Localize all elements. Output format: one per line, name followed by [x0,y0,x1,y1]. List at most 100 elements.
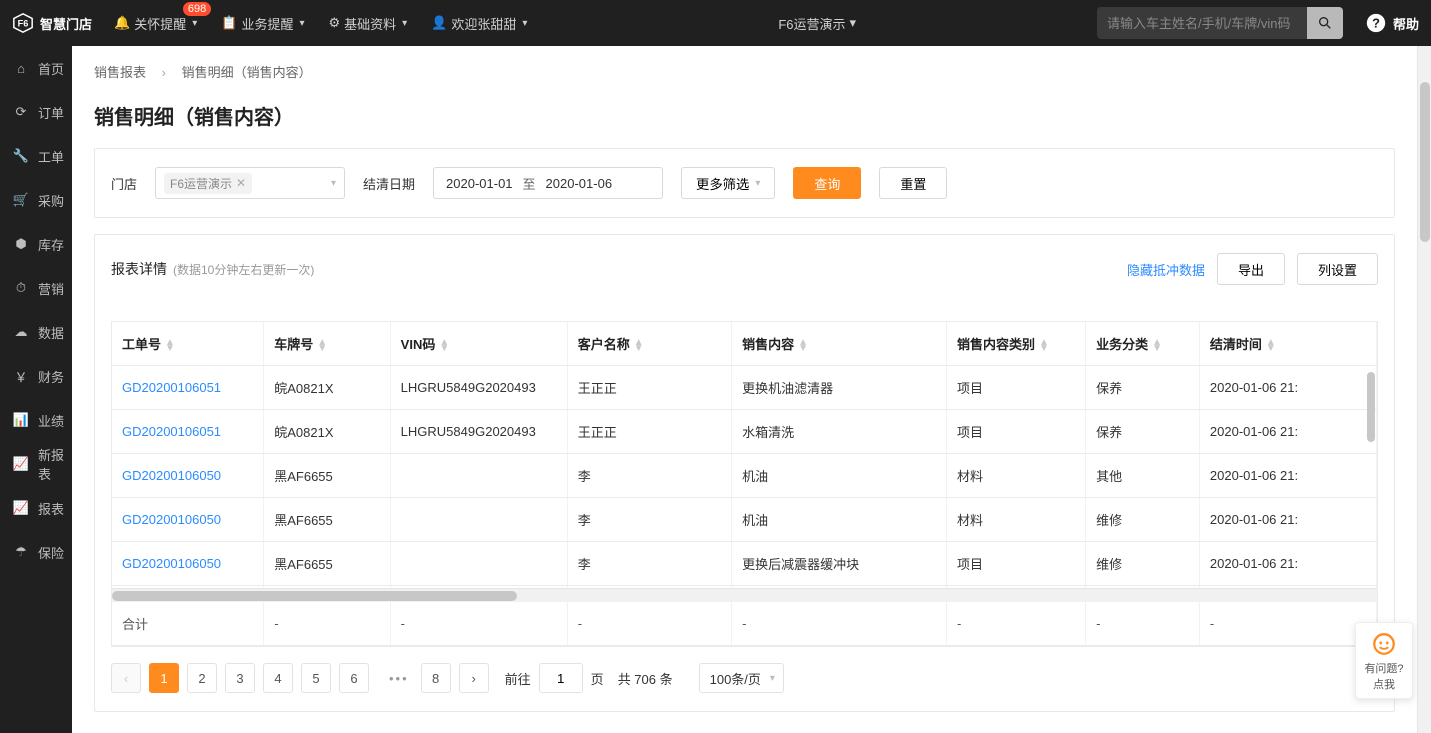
table-row: GD20200106050黑AF6655李机油材料维修2020-01-06 21… [112,498,1377,542]
topbar-store-label: F6运营演示 [778,14,845,33]
work-order-link[interactable]: GD20200106051 [122,424,221,439]
sort-icon: ▲▼ [1039,340,1049,352]
global-search [1097,7,1343,39]
sidebar-item-newrpt[interactable]: 📈新报表 [0,442,72,486]
work-order-link[interactable]: GD20200106051 [122,380,221,395]
brand-icon: F6 [12,12,34,34]
main-content: 销售报表 › 销售明细（销售内容） 销售明细（销售内容） 门店 F6运营演示 ✕… [72,46,1431,733]
page-ellipsis-icon: ••• [385,671,413,686]
date-from: 2020-01-01 [446,176,513,191]
page-number-button[interactable]: 4 [263,663,293,693]
page-number-button[interactable]: 3 [225,663,255,693]
nav-welcome-user[interactable]: 👤 欢迎张甜甜 ▾ [421,0,537,46]
search-button[interactable] [1307,7,1343,39]
col-header[interactable]: 结清时间▲▼ [1199,322,1376,366]
page-number-button[interactable]: 2 [187,663,217,693]
sidebar-item-label: 业绩 [38,411,64,430]
sidebar-item-label: 数据 [38,323,64,342]
table-vertical-scrollbar[interactable] [1367,366,1377,588]
store-tag-text: F6运营演示 [170,175,232,192]
goto-label-pre: 前往 [505,669,531,688]
page-title: 销售明细（销售内容） [72,91,1417,148]
table-horizontal-scrollbar[interactable] [112,588,1377,602]
work-order-link[interactable]: GD20200106050 [122,468,221,483]
sidebar-item-stock[interactable]: ⬢库存 [0,222,72,266]
sidebar-item-market[interactable]: ⏱营销 [0,266,72,310]
sort-icon: ▲▼ [1266,340,1276,352]
page-vertical-scrollbar[interactable] [1417,46,1431,733]
sidebar-item-work[interactable]: 🔧 工单 [0,134,72,178]
col-header[interactable]: 销售内容▲▼ [732,322,947,366]
page-next-button[interactable]: › [459,663,489,693]
more-filters-button[interactable]: 更多筛选 ▾ [681,167,775,199]
export-button[interactable]: 导出 [1217,253,1285,285]
nav-care-reminder[interactable]: 🔔 关怀提醒 ▾ 698 [104,0,207,46]
brand-logo[interactable]: F6 智慧门店 [12,12,92,34]
store-select[interactable]: F6运营演示 ✕ ▾ [155,167,345,199]
page-size-select[interactable]: 100条/页 ▾ [699,663,784,693]
filter-panel: 门店 F6运营演示 ✕ ▾ 结清日期 2020-01-01 至 2020-01-… [94,148,1395,218]
finance-icon: ￥ [12,367,30,385]
sidebar-item-home[interactable]: ⌂首页 [0,46,72,90]
chevron-down-icon: ▾ [755,178,760,189]
tag-remove-icon[interactable]: ✕ [236,176,246,190]
sidebar-item-purchase[interactable]: 🛒采购 [0,178,72,222]
nav-basic-data[interactable]: ⚙ 基础资料 ▾ [318,0,417,46]
sidebar-item-order[interactable]: ⟳订单 [0,90,72,134]
date-range-picker[interactable]: 2020-01-01 至 2020-01-06 [433,167,663,199]
breadcrumb-separator-icon: › [162,65,166,80]
query-button[interactable]: 查询 [793,167,861,199]
sidebar-item-insure[interactable]: ☂保险 [0,530,72,574]
floating-help-widget[interactable]: 有问题? 点我 [1355,622,1413,699]
page-number-button[interactable]: 1 [149,663,179,693]
search-icon [1317,15,1333,31]
sidebar: ⌂首页⟳订单🔧工单🛒采购⬢库存⏱营销☁数据￥财务📊业绩📈新报表📈报表☂保险 [0,46,72,733]
nav-biz-reminder[interactable]: 📋 业务提醒 ▾ [211,0,314,46]
nav-care-label: 关怀提醒 [134,14,186,33]
sort-icon: ▲▼ [1152,340,1162,352]
sidebar-item-label: 工单 [38,147,64,166]
col-header-label: 工单号 [122,337,161,352]
sidebar-item-finance[interactable]: ￥财务 [0,354,72,398]
col-header[interactable]: 车牌号▲▼ [264,322,390,366]
chevron-down-icon: ▾ [850,15,857,31]
hide-offset-link[interactable]: 隐藏抵冲数据 [1127,260,1205,279]
help-button[interactable]: ? 帮助 [1365,12,1419,34]
svg-text:F6: F6 [18,19,29,29]
col-header[interactable]: 业务分类▲▼ [1086,322,1200,366]
page-prev-button[interactable]: ‹ [111,663,141,693]
sidebar-item-perf[interactable]: 📊业绩 [0,398,72,442]
sidebar-item-data[interactable]: ☁数据 [0,310,72,354]
report-detail-hint: (数据10分钟左右更新一次) [173,261,314,278]
search-input[interactable] [1097,16,1307,31]
page-number-button[interactable]: 5 [301,663,331,693]
reset-button[interactable]: 重置 [879,167,947,199]
page-number-button[interactable]: 6 [339,663,369,693]
col-header[interactable]: 工单号▲▼ [112,322,264,366]
work-order-link[interactable]: GD20200106050 [122,556,221,571]
market-icon: ⏱ [12,279,30,297]
gear-icon: ⚙ [328,15,340,31]
page-last-button[interactable]: 8 [421,663,451,693]
user-icon: 👤 [431,15,447,31]
chevron-down-icon: ▾ [770,673,775,684]
filter-date-label: 结清日期 [363,174,415,193]
work-order-link[interactable]: GD20200106050 [122,512,221,527]
work-icon: 🔧 [12,147,30,165]
clipboard-icon: 📋 [221,15,237,31]
help-label: 帮助 [1393,14,1419,33]
column-settings-button[interactable]: 列设置 [1297,253,1378,285]
sidebar-item-label: 报表 [38,499,64,518]
topbar-store-selector[interactable]: F6运营演示 ▾ [778,14,856,33]
breadcrumb-current: 销售明细（销售内容） [182,65,312,80]
newrpt-icon: 📈 [12,455,30,473]
breadcrumb-root[interactable]: 销售报表 [94,65,146,80]
sidebar-item-report[interactable]: 📈报表 [0,486,72,530]
sidebar-item-label: 首页 [38,59,64,78]
page-jump-input[interactable] [539,663,583,693]
col-header[interactable]: VIN码▲▼ [390,322,567,366]
col-header[interactable]: 客户名称▲▼ [567,322,731,366]
nav-welcome-label: 欢迎张甜甜 [451,14,516,33]
sort-icon: ▲▼ [439,340,449,352]
col-header[interactable]: 销售内容类别▲▼ [947,322,1086,366]
